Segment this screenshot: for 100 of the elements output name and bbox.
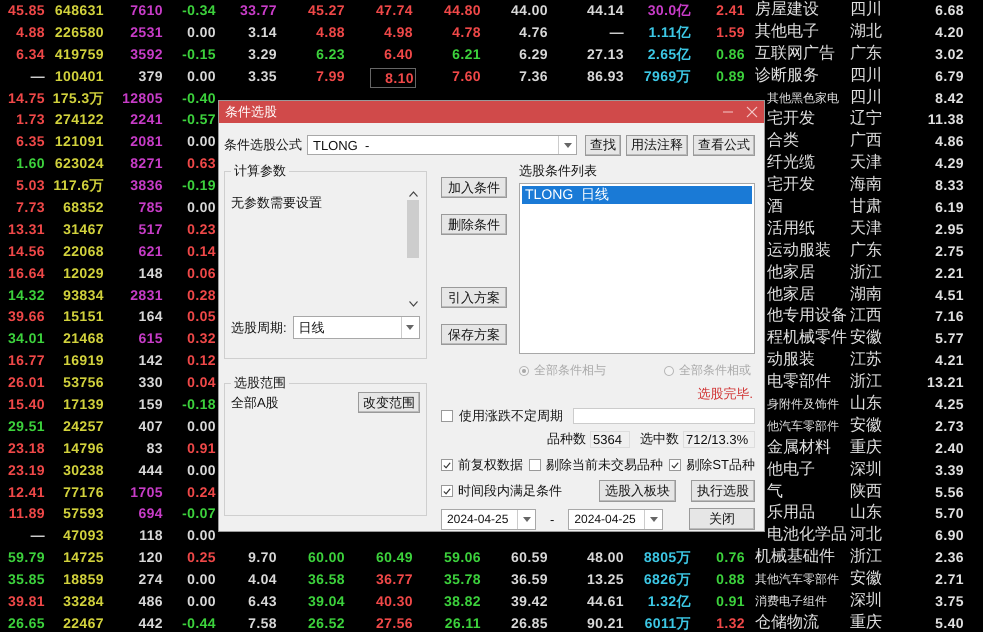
table-cell: 5.70: [935, 505, 964, 522]
table-cell: 60.00: [308, 549, 345, 566]
scroll-up-icon[interactable]: [408, 191, 418, 197]
table-cell: -0.57: [182, 111, 216, 128]
toolbar-button[interactable]: 查找: [585, 134, 621, 156]
table-cell: 8.33: [935, 177, 964, 194]
table-cell: 安徽: [850, 416, 882, 434]
checkbox[interactable]: [441, 485, 453, 497]
table-cell: 26.01: [8, 374, 45, 390]
table-cell: 16919: [63, 352, 104, 368]
scrollbar-thumb[interactable]: [407, 200, 419, 258]
count-field: 5364: [590, 430, 630, 448]
table-cell: -0.07: [182, 505, 216, 522]
table-cell: 2.21: [935, 264, 964, 281]
table-cell: 615: [138, 330, 163, 346]
table-cell: 宅开发: [767, 176, 815, 194]
table-cell: 9.70: [248, 549, 277, 566]
table-cell: 河北: [850, 526, 882, 544]
table-cell: 0.00: [187, 571, 216, 588]
date-picker[interactable]: 2024-04-25: [568, 508, 664, 530]
table-cell: 诊断服务: [755, 66, 819, 84]
date-separator: -: [550, 512, 554, 526]
table-cell: 乐用品: [767, 504, 815, 522]
table-cell: 6.40: [384, 46, 413, 62]
table-cell: 3.39: [935, 462, 964, 478]
table-cell: 22467: [63, 614, 104, 631]
table-cell: 0.00: [187, 527, 216, 544]
table-cell: 14.75: [8, 90, 45, 106]
toolbar-button[interactable]: 用法注释: [626, 134, 688, 156]
action-button[interactable]: 选股入板块: [599, 480, 676, 502]
table-cell: 648631: [54, 2, 104, 18]
table-cell: 15151: [63, 308, 104, 324]
table-cell: 14725: [63, 549, 104, 566]
table-cell: 2.36: [935, 549, 964, 566]
table-cell: 宅开发: [767, 110, 815, 128]
table-cell: 17139: [63, 396, 104, 412]
table-cell: 他家居: [767, 286, 815, 303]
formula-dropdown[interactable]: TLONG -: [307, 135, 577, 155]
table-cell-text: 7.99: [316, 68, 345, 86]
table-cell: 623024: [54, 155, 104, 172]
table-cell: 程机械零件: [767, 329, 847, 346]
table-cell: 120: [138, 549, 163, 566]
table-cell: 1.73: [16, 111, 45, 128]
table-cell: 13.21: [926, 374, 964, 390]
side-button[interactable]: 加入条件: [441, 177, 507, 198]
table-cell: 辽宁: [850, 110, 882, 128]
table-cell: 26.11: [444, 614, 481, 631]
table-cell: 1705: [130, 484, 163, 500]
side-button[interactable]: 引入方案: [441, 287, 507, 308]
table-cell: 2081: [130, 133, 163, 150]
table-cell: -0.18: [182, 396, 216, 412]
action-button[interactable]: 执行选股: [691, 480, 755, 502]
list-item[interactable]: TLONG 日线: [522, 186, 752, 204]
table-cell: 山东: [850, 504, 882, 522]
table-cell: 房屋建设: [755, 1, 819, 18]
table-cell: 0.00: [187, 462, 216, 478]
checkbox[interactable]: [529, 459, 542, 471]
checkbox[interactable]: [441, 459, 453, 471]
group-title: 计算参数: [233, 162, 287, 180]
table-cell: 148: [138, 264, 163, 281]
table-cell: 90.21: [586, 614, 624, 631]
toolbar-button[interactable]: 查看公式: [693, 134, 755, 156]
period-dropdown[interactable]: 日线: [292, 316, 420, 339]
table-cell: 6.19: [935, 199, 964, 216]
change-scope-button[interactable]: 改变范围: [358, 392, 420, 413]
table-cell: 四川: [850, 1, 882, 18]
table-cell-text: 100401: [54, 68, 104, 86]
table-cell: 45.27: [308, 2, 345, 18]
table-cell: 合类: [767, 132, 799, 150]
close-icon[interactable]: [746, 106, 758, 118]
table-cell: 40.30: [376, 593, 413, 610]
checkbox[interactable]: [669, 459, 682, 471]
checkbox[interactable]: [441, 410, 453, 422]
table-cell: 互联网广告: [755, 44, 835, 62]
side-button[interactable]: 删除条件: [441, 214, 507, 235]
table-cell: 8805万: [644, 549, 691, 566]
table-cell: 2.95: [935, 220, 964, 237]
table-cell: 4.78: [452, 24, 481, 40]
table-cell: 18859: [63, 571, 104, 588]
period-label: 选股周期:: [231, 318, 287, 336]
input-field[interactable]: [573, 408, 755, 424]
table-cell: 36.59: [510, 571, 548, 588]
close-button[interactable]: 关闭: [689, 508, 755, 530]
table-cell: 24257: [63, 418, 104, 434]
table-cell: 8.10: [370, 68, 416, 88]
scroll-down-icon[interactable]: [408, 301, 418, 307]
table-cell: 15.40: [8, 396, 45, 412]
radio-label: 全部条件相或: [679, 362, 751, 379]
table-cell: 3.02: [935, 46, 964, 62]
table-cell-text: 379: [138, 68, 163, 86]
table-cell: 59.06: [444, 549, 481, 566]
table-cell: 0.24: [187, 484, 216, 500]
table-cell: 其他电子: [755, 22, 819, 40]
table-cell: 330: [138, 374, 163, 390]
side-button[interactable]: 保存方案: [441, 324, 507, 345]
table-cell: 26.65: [8, 614, 45, 631]
table-cell: —: [610, 24, 624, 40]
table-cell: 0.00: [187, 133, 216, 150]
date-picker[interactable]: 2024-04-25: [441, 508, 536, 530]
table-cell: 四川: [850, 88, 882, 106]
